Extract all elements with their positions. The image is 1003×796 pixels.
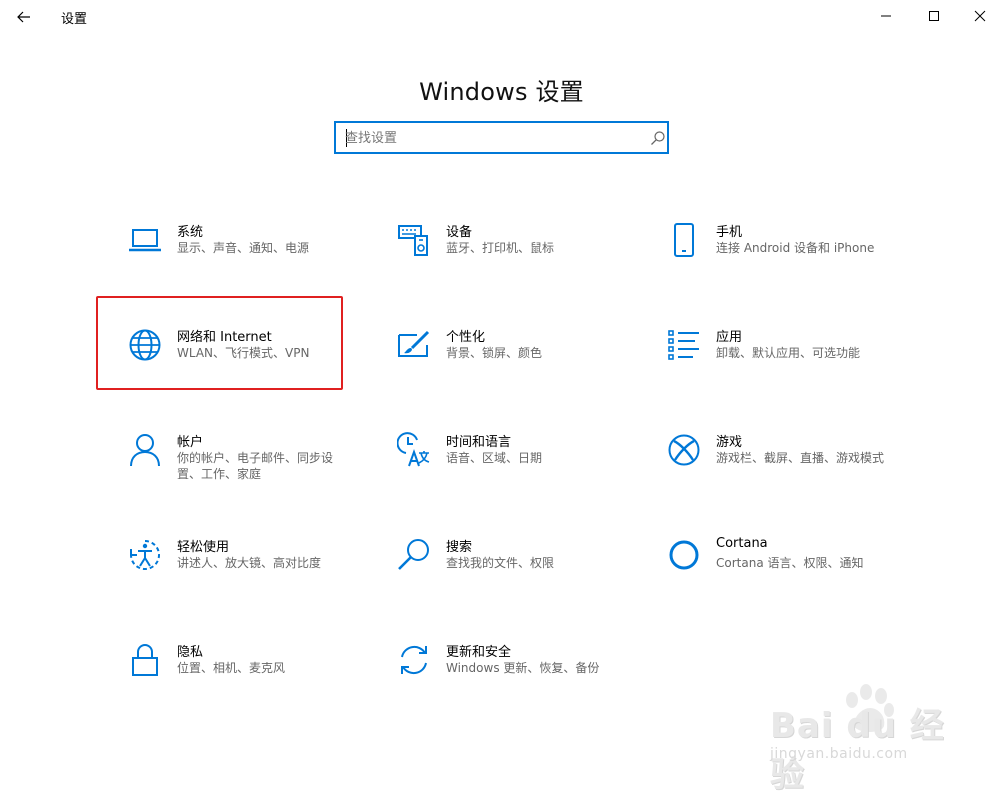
tile-phone[interactable]: 手机 连接 Android 设备和 iPhone: [652, 218, 892, 298]
paw-logo-icon: [846, 684, 894, 732]
tile-cortana[interactable]: Cortana Cortana 语言、权限、通知: [652, 533, 892, 613]
back-button[interactable]: [12, 5, 36, 29]
tile-devices[interactable]: 设备 蓝牙、打印机、鼠标: [382, 218, 622, 298]
maximize-icon: [929, 11, 939, 21]
tile-label: 网络和 Internet: [177, 330, 272, 345]
tile-label: 个性化: [446, 330, 486, 345]
maximize-button[interactable]: [911, 0, 957, 32]
minimize-button[interactable]: [863, 0, 909, 32]
update-sync-icon: [401, 645, 427, 675]
globe-icon: [129, 329, 161, 361]
tile-ease-of-access[interactable]: 轻松使用 讲述人、放大镜、高对比度: [113, 533, 353, 613]
tile-description: 语音、区域、日期: [446, 451, 543, 465]
tile-description: 背景、锁屏、颜色: [446, 346, 543, 360]
tile-system[interactable]: 系统 显示、声音、通知、电源: [113, 218, 353, 298]
baidu-jingyan-watermark: Bai du 经验 jingyan.baidu.com: [768, 680, 958, 795]
tile-gaming[interactable]: 游戏 游戏栏、截屏、直播、游戏模式: [652, 428, 892, 508]
tile-label: Cortana: [716, 536, 768, 551]
tile-label: 系统: [177, 225, 204, 240]
search-icon[interactable]: [650, 130, 666, 146]
personalization-brush-icon: [398, 330, 430, 357]
ease-of-access-icon: [130, 540, 160, 570]
tile-description: 连接 Android 设备和 iPhone: [716, 241, 875, 255]
watermark-url: jingyan.baidu.com: [770, 746, 908, 762]
tile-update-security[interactable]: 更新和安全 Windows 更新、恢复、备份: [382, 638, 622, 718]
tile-description: 位置、相机、麦克风: [177, 661, 286, 675]
person-icon: [130, 434, 160, 467]
close-button[interactable]: [957, 0, 1003, 32]
tile-description: 蓝牙、打印机、鼠标: [446, 241, 555, 255]
tile-description: Cortana 语言、权限、通知: [716, 556, 864, 570]
tile-description: 游戏栏、截屏、直播、游戏模式: [716, 451, 885, 465]
tile-time-language[interactable]: 时间和语言 语音、区域、日期: [382, 428, 622, 508]
tile-label: 更新和安全: [446, 645, 512, 660]
tile-accounts[interactable]: 帐户 你的帐户、电子邮件、同步设置、工作、家庭: [113, 428, 353, 508]
back-arrow-icon: [17, 11, 30, 23]
watermark-text: Bai du 经验: [770, 706, 945, 795]
phone-icon: [674, 223, 694, 257]
tile-description: 查找我的文件、权限: [446, 556, 555, 570]
tile-label: 手机: [716, 225, 743, 240]
tile-search[interactable]: 搜索 查找我的文件、权限: [382, 533, 622, 613]
tile-label: 搜索: [446, 540, 473, 555]
tile-privacy[interactable]: 隐私 位置、相机、麦克风: [113, 638, 353, 718]
cortana-ring-icon: [669, 540, 699, 570]
tile-network-internet[interactable]: 网络和 Internet WLAN、飞行模式、VPN: [113, 323, 353, 403]
tile-label: 设备: [446, 225, 473, 240]
tile-label: 隐私: [177, 645, 204, 660]
title-bar: 设置: [0, 0, 1003, 34]
search-magnifier-icon: [398, 539, 429, 570]
tile-description: 卸载、默认应用、可选功能: [716, 346, 861, 360]
tile-label: 轻松使用: [177, 540, 230, 555]
tile-personalization[interactable]: 个性化 背景、锁屏、颜色: [382, 323, 622, 403]
devices-keyboard-icon: [398, 225, 428, 256]
xbox-icon: [668, 434, 700, 466]
tile-apps[interactable]: 应用 卸载、默认应用、可选功能: [652, 323, 892, 403]
search-box[interactable]: [334, 121, 669, 154]
time-language-icon: [397, 432, 430, 467]
tile-label: 应用: [716, 330, 743, 345]
laptop-icon: [129, 229, 161, 252]
lock-icon: [132, 644, 158, 676]
close-icon: [974, 10, 986, 22]
tile-label: 时间和语言: [446, 435, 512, 450]
tile-description: WLAN、飞行模式、VPN: [177, 346, 310, 360]
tile-description: 讲述人、放大镜、高对比度: [177, 556, 322, 570]
minimize-icon: [881, 15, 891, 17]
window-title: 设置: [61, 12, 88, 27]
tile-label: 帐户: [177, 435, 204, 450]
tile-description: 显示、声音、通知、电源: [177, 241, 310, 255]
search-input[interactable]: [345, 128, 635, 148]
apps-list-icon: [668, 330, 699, 360]
page-title: Windows 设置: [419, 78, 584, 107]
tile-description: Windows 更新、恢复、备份: [446, 661, 600, 675]
tile-label: 游戏: [716, 435, 743, 450]
tile-description: 你的帐户、电子邮件、同步设置、工作、家庭: [177, 451, 334, 481]
